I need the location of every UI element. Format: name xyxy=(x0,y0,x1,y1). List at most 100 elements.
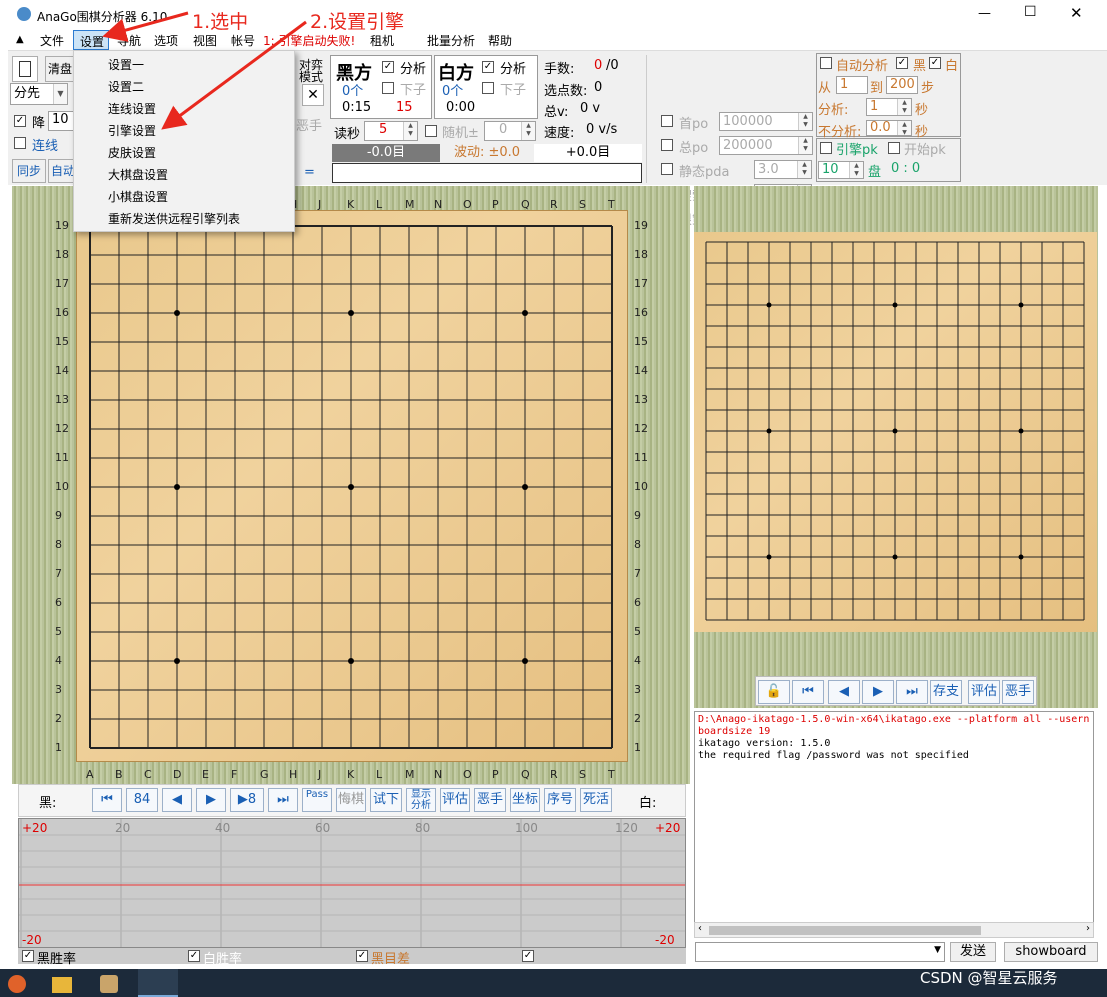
star-point xyxy=(174,658,180,664)
engine-pk-checkbox[interactable] xyxy=(820,142,832,154)
param-input[interactable]: 3.0 ▲ ▼ xyxy=(754,160,812,179)
col-label: R xyxy=(550,768,558,781)
random-input[interactable]: 0 ▲ ▼ xyxy=(484,121,536,141)
moves-label: 手数: xyxy=(544,62,575,77)
nav-button[interactable]: 死活 xyxy=(580,788,612,812)
menu-help[interactable]: 帮助 xyxy=(488,32,512,49)
menu-item-resend-remote[interactable]: 重新发送供远程引擎列表 xyxy=(108,210,240,227)
taskbar-anago-icon[interactable] xyxy=(138,969,178,997)
auto-analysis-checkbox[interactable] xyxy=(820,57,832,69)
star-point xyxy=(522,658,528,664)
winrate-graph: +20 +20 -20 -20 20 40 60 80 100 120 xyxy=(18,818,686,948)
col-label: G xyxy=(260,768,269,781)
nav-button[interactable]: ⏮ xyxy=(92,788,122,812)
menu-item-skin[interactable]: 皮肤设置 xyxy=(108,144,156,161)
taskbar-folder-icon[interactable] xyxy=(52,977,72,993)
menu-item-large-board[interactable]: 大棋盘设置 xyxy=(108,166,168,183)
graph-top-left: +20 xyxy=(22,821,48,835)
legend-checkbox[interactable]: ✓ xyxy=(188,950,200,962)
maximize-button[interactable]: ☐ xyxy=(1024,4,1037,20)
col-label: Q xyxy=(521,198,530,211)
row-label: 18 xyxy=(55,248,69,261)
col-label: O xyxy=(463,198,472,211)
white-analyze-checkbox[interactable]: ✓ xyxy=(482,61,494,73)
start-pk-checkbox[interactable] xyxy=(888,142,900,154)
log-scrollbar[interactable]: ‹ › xyxy=(694,922,1094,938)
param-input[interactable]: 200000 ▲ ▼ xyxy=(719,136,813,155)
from-input[interactable]: 1 xyxy=(836,76,868,94)
small-nav-button[interactable]: 存支 xyxy=(930,680,962,704)
random-checkbox[interactable] xyxy=(425,125,437,137)
nav-button[interactable]: 84 xyxy=(126,788,158,812)
games-input[interactable]: 10 ▲ ▼ xyxy=(818,161,864,179)
to-input[interactable]: 200 xyxy=(886,76,918,94)
legend-checkbox[interactable]: ✓ xyxy=(22,950,34,962)
row-label: 15 xyxy=(55,335,69,348)
nav-button[interactable]: ◀ xyxy=(162,788,192,812)
small-nav-button[interactable]: ⏮ xyxy=(792,680,824,704)
nav-button[interactable]: ⏭ xyxy=(268,788,298,812)
row-label: 11 xyxy=(55,451,69,464)
row-label: 8 xyxy=(634,538,641,551)
speed-label: 速度: xyxy=(544,126,575,141)
white-place-checkbox[interactable] xyxy=(482,82,494,94)
small-nav-button[interactable]: ◀ xyxy=(828,680,860,704)
row-label: 17 xyxy=(634,277,648,290)
nav-button[interactable]: 评估 xyxy=(440,788,470,812)
nav-button[interactable]: 序号 xyxy=(544,788,576,812)
col-label: S xyxy=(579,198,586,211)
equals-label: = xyxy=(304,165,315,180)
small-nav-button[interactable]: 评估 xyxy=(968,680,1000,704)
row-label: 3 xyxy=(634,683,641,696)
menu-item-small-board[interactable]: 小棋盘设置 xyxy=(108,188,168,205)
row-label: 10 xyxy=(634,480,648,493)
graph-bottom-left: -20 xyxy=(22,933,42,947)
sync-button[interactable]: 同步 xyxy=(12,159,46,183)
analyze-interval-input[interactable]: 1 ▲ ▼ xyxy=(866,98,912,116)
nav-button[interactable]: ▶ xyxy=(196,788,226,812)
no-analyze-input[interactable]: 0.0 ▲ ▼ xyxy=(866,120,912,136)
auto-white-checkbox[interactable]: ✓ xyxy=(929,57,941,69)
auto-black-checkbox[interactable]: ✓ xyxy=(896,57,908,69)
small-nav-button[interactable]: 🔓 xyxy=(758,680,790,704)
games-label: 盘 xyxy=(868,165,882,180)
col-label: S xyxy=(579,768,586,781)
nav-button[interactable]: Pass xyxy=(302,788,332,812)
engine-pk-label[interactable]: 引擎pk xyxy=(836,139,878,158)
col-label: D xyxy=(173,768,182,781)
star-point xyxy=(174,310,180,316)
menu-batch[interactable]: 批量分析 xyxy=(427,32,475,49)
command-input[interactable]: ▼ xyxy=(695,942,945,962)
showboard-button[interactable]: showboard xyxy=(1004,942,1098,962)
auto-analysis-label: 自动分析 xyxy=(836,59,889,74)
legend-checkbox[interactable]: ✓ xyxy=(522,950,534,962)
param-checkbox[interactable] xyxy=(661,115,673,127)
nav-button[interactable]: 坐标 xyxy=(510,788,540,812)
nav-button[interactable]: 显示分析 xyxy=(406,788,436,812)
legend-label: 黑目差 xyxy=(371,952,411,967)
param-input[interactable]: 100000 ▲ ▼ xyxy=(719,112,813,131)
nav-button[interactable]: 悔棋 xyxy=(336,788,366,812)
main-board-grid xyxy=(89,225,613,749)
row-label: 6 xyxy=(634,596,641,609)
taskbar-go-icon[interactable] xyxy=(100,975,118,993)
nav-button[interactable]: 恶手 xyxy=(474,788,506,812)
close-button[interactable]: ✕ xyxy=(1070,4,1083,22)
minimize-button[interactable]: — xyxy=(978,6,991,21)
small-nav-button[interactable]: 恶手 xyxy=(1002,680,1034,704)
param-checkbox[interactable] xyxy=(661,163,673,175)
nav-button[interactable]: ▶8 xyxy=(230,788,264,812)
send-button[interactable]: 发送 xyxy=(950,942,996,962)
taskbar-app-icon-1[interactable] xyxy=(8,975,26,993)
nav-button[interactable]: 试下 xyxy=(370,788,402,812)
small-nav-button[interactable]: ▶ xyxy=(862,680,894,704)
small-nav-button[interactable]: ⏭ xyxy=(896,680,928,704)
small-star-point xyxy=(766,428,772,434)
param-checkbox[interactable] xyxy=(661,139,673,151)
param-value: 200000 xyxy=(723,138,773,153)
col-label: F xyxy=(231,768,238,781)
legend-checkbox[interactable]: ✓ xyxy=(356,950,368,962)
auto-white-label: 白 xyxy=(945,59,959,74)
nav-black-label: 黑: xyxy=(39,796,57,811)
legend-label: 黑胜率 xyxy=(37,952,77,967)
